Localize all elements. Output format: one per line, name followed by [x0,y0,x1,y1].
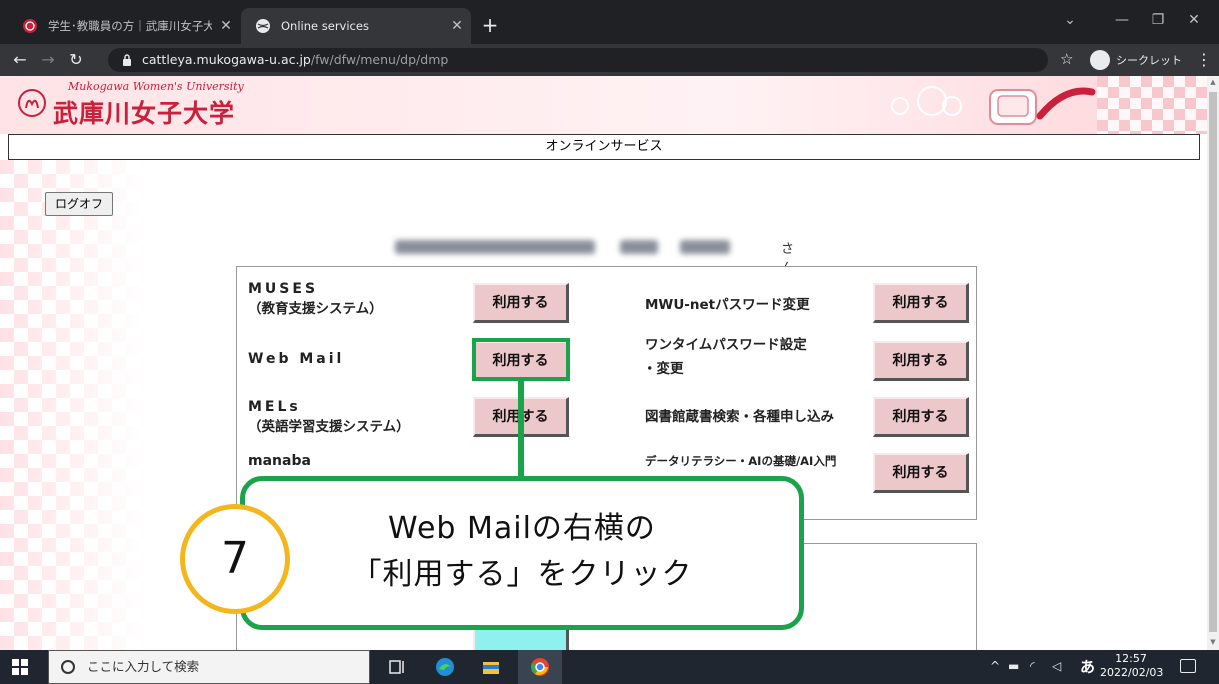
incognito-label: シークレット [1116,54,1182,67]
tab-close-icon[interactable]: ✕ [212,18,240,34]
browser-titlebar: 学生･教職員の方｜武庫川女子大 ✕ Online services ✕ + ⌄ … [0,0,1219,44]
page-viewport: Mukogawa Women's University 武庫川女子大学 オンライ… [0,76,1207,650]
page-title: オンラインサービス [8,134,1200,160]
service-webmail-name: Web Mail [248,351,345,367]
tab-search-icon[interactable]: ⌄ [1050,10,1090,30]
callout-line-1: Web Mailの右横の [388,511,656,546]
service-library-name: 図書館蔵書検索・各種申し込み [645,409,834,425]
close-window-button[interactable]: ✕ [1174,10,1214,30]
service-datalit-name: データリテラシー・AIの基礎/AI入門 [645,454,837,468]
browser-toolbar: ← → ↻ cattleya.mukogawa-u.ac.jp/fw/dfw/m… [0,44,1219,76]
tab-mukogawa[interactable]: 学生･教職員の方｜武庫川女子大 ✕ [8,8,240,44]
taskbar: ここに入力して検索 ^ ▬ ◜ ◁ あ 12:57 2022/02/03 [0,650,1219,684]
wifi-icon[interactable]: ◜ [1030,659,1035,673]
search-icon [61,660,75,674]
volume-icon[interactable]: ◁ [1052,659,1061,673]
tab-label: 学生･教職員の方｜武庫川女子大 [48,19,212,33]
file-explorer-icon[interactable] [480,656,502,678]
tab-online-services[interactable]: Online services ✕ [241,8,471,44]
address-bar[interactable]: cattleya.mukogawa-u.ac.jp/fw/dfw/menu/dp… [108,48,1048,72]
service-muses-name: MUSES [248,281,319,297]
chrome-taskbar-icon[interactable] [529,656,551,678]
notification-icon[interactable] [1180,659,1196,673]
datalit-use-button[interactable]: 利用する [873,453,969,493]
clock-date: 2022/02/03 [1100,666,1164,679]
university-favicon-icon [23,19,37,33]
page-scrollbar[interactable]: ▲ ▼ [1207,76,1219,650]
password-use-button[interactable]: 利用する [873,283,969,323]
reload-icon[interactable]: ↻ [66,50,86,70]
maximize-button[interactable]: ❐ [1138,10,1178,30]
back-icon[interactable]: ← [10,50,30,70]
minimize-button[interactable]: — [1102,10,1142,30]
ime-indicator[interactable]: あ [1080,656,1095,677]
scroll-down-icon[interactable]: ▼ [1209,638,1217,648]
banner-pattern [1097,76,1207,134]
user-greeting: さん [395,236,794,276]
scroll-up-icon[interactable]: ▲ [1209,78,1217,88]
task-view-icon[interactable] [386,656,408,678]
blurred-user-dept [395,240,595,254]
service-password-name: MWU-netパスワード変更 [645,297,810,313]
taskbar-clock[interactable]: 12:57 2022/02/03 [1100,652,1164,680]
edge-icon[interactable] [434,656,456,678]
otp-use-button[interactable]: 利用する [873,341,969,381]
taskbar-search-placeholder: ここに入力して検索 [87,659,200,674]
tab-close-icon[interactable]: ✕ [443,18,471,34]
side-pattern-fade [0,160,145,650]
lock-icon [123,54,131,66]
logoff-button[interactable]: ログオフ [45,192,113,216]
url-host: cattleya.mukogawa-u.ac.jp [142,52,311,67]
service-otp-name: ワンタイムパスワード設定 [645,337,807,353]
muses-use-button[interactable]: 利用する [473,283,569,323]
incognito-icon [1090,50,1110,70]
incognito-indicator[interactable]: シークレット [1090,49,1182,71]
clock-time: 12:57 [1115,652,1147,665]
service-muses-sub: （教育支援システム） [248,301,383,317]
instruction-callout: Web Mailの右横の 「利用する」をクリック [240,476,804,630]
battery-icon[interactable]: ▬ [1008,659,1019,673]
service-mels-sub: （英語学習支援システム） [248,419,410,435]
step-number-badge: 7 [180,504,290,614]
logo-english: Mukogawa Women's University [68,80,244,93]
callout-line-2: 「利用する」をクリック [351,557,693,592]
blurred-user-surname [620,240,658,254]
service-mels-name: MELs [248,399,301,415]
university-logo-icon [18,89,46,117]
logo-japanese: 武庫川女子大学 [53,99,236,128]
site-banner: Mukogawa Women's University 武庫川女子大学 [0,76,1207,134]
taskbar-search-input[interactable]: ここに入力して検索 [48,650,370,684]
blurred-user-given-name [680,240,730,254]
service-otp-sub: ・変更 [643,361,684,377]
menu-icon[interactable]: ⋮ [1196,50,1212,69]
mascot-illustration [891,86,1096,125]
windows-logo-icon[interactable] [12,659,28,675]
library-use-button[interactable]: 利用する [873,397,969,437]
globe-icon [256,19,270,33]
tab-label: Online services [281,19,369,33]
forward-icon[interactable]: → [38,50,58,70]
scroll-thumb[interactable] [1209,92,1217,632]
new-tab-button[interactable]: + [476,12,504,40]
url-path: /fw/dfw/menu/dp/dmp [310,52,449,67]
service-manaba-name: manaba [248,453,311,469]
webmail-button-highlight [472,338,570,381]
star-icon[interactable]: ☆ [1060,50,1073,68]
callout-connector [518,381,524,491]
show-hidden-icons-icon[interactable]: ^ [990,659,1000,673]
